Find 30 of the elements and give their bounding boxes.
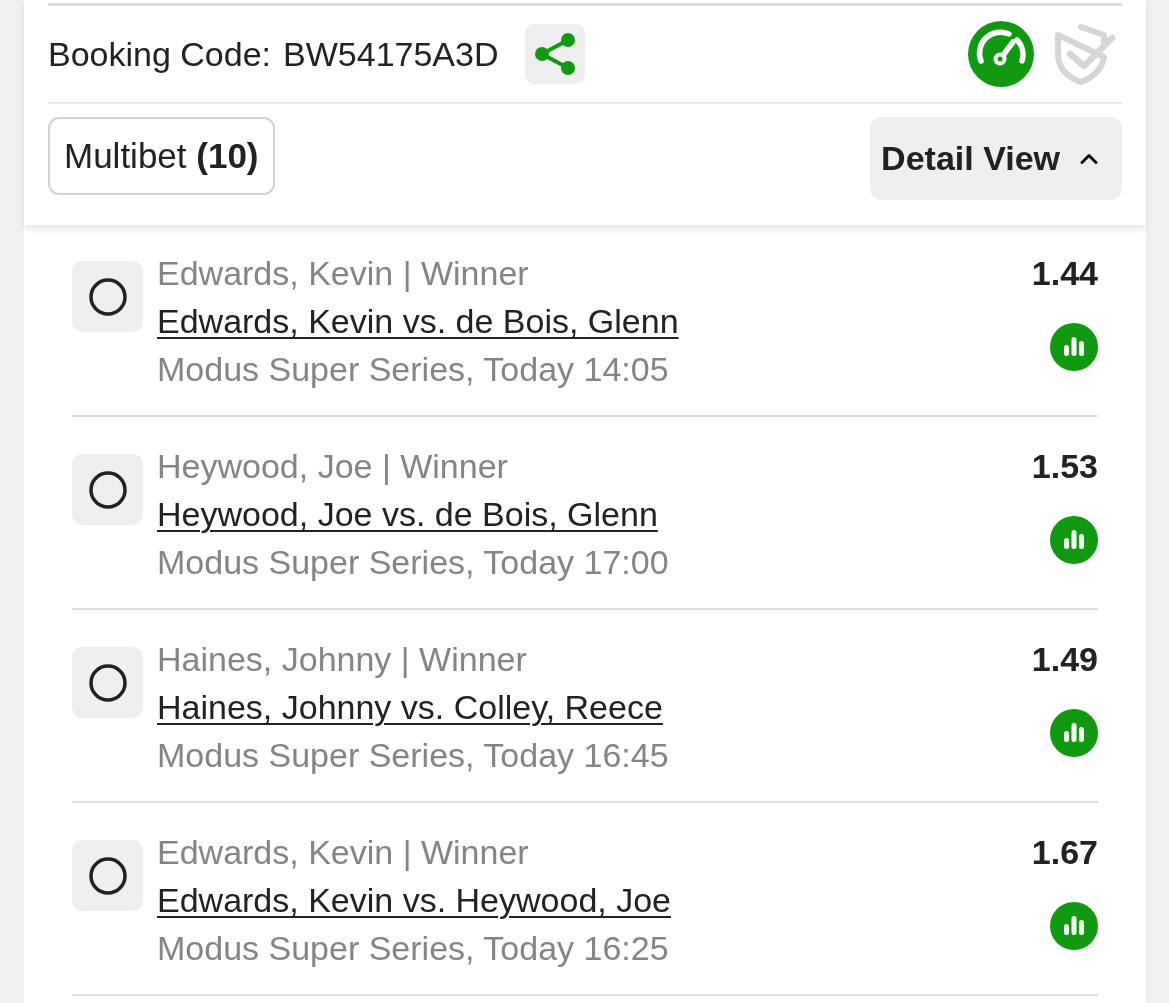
bar-chart-icon[interactable]	[1050, 516, 1098, 564]
odds-value: 1.67	[1031, 832, 1098, 873]
event-info: Modus Super Series, Today 16:45	[157, 735, 670, 776]
match-link[interactable]: Edwards, Kevin vs. de Bois, Glenn	[157, 302, 679, 340]
booking-code: BW54175A3D	[283, 34, 499, 74]
share-icon	[534, 33, 575, 75]
selection-toggle[interactable]	[72, 261, 143, 332]
detail-view-button[interactable]: Detail View	[870, 117, 1122, 200]
selection-label: Edwards, Kevin | Winner	[157, 832, 530, 873]
event-info: Modus Super Series, Today 17:00	[157, 542, 670, 583]
bet-type-button[interactable]: Multibet (10)	[48, 117, 275, 195]
selection-label: Haines, Johnny | Winner	[157, 639, 528, 680]
odds-value: 1.49	[1031, 639, 1098, 680]
event-info: Modus Super Series, Today 14:05	[157, 349, 670, 390]
selection-label: Edwards, Kevin | Winner	[157, 253, 530, 294]
selection-toggle[interactable]	[72, 840, 143, 911]
bar-chart-icon[interactable]	[1050, 323, 1098, 371]
odds-value: 1.53	[1031, 446, 1098, 487]
match-link[interactable]: Edwards, Kevin vs. Heywood, Joe	[157, 881, 672, 919]
selection-toggle[interactable]	[72, 647, 143, 718]
bar-chart-icon[interactable]	[1050, 902, 1098, 950]
odds-value: 1.44	[1031, 253, 1098, 294]
selection-toggle[interactable]	[72, 454, 143, 525]
share-button[interactable]	[524, 24, 585, 84]
booking-code-label: Booking Code:	[48, 34, 272, 74]
event-info: Modus Super Series, Today 16:25	[157, 928, 670, 969]
match-link[interactable]: Heywood, Joe vs. de Bois, Glenn	[157, 495, 658, 533]
selection-label: Heywood, Joe | Winner	[157, 446, 509, 487]
bar-chart-icon[interactable]	[1050, 709, 1098, 757]
match-link[interactable]: Haines, Johnny vs. Colley, Reece	[157, 688, 663, 726]
